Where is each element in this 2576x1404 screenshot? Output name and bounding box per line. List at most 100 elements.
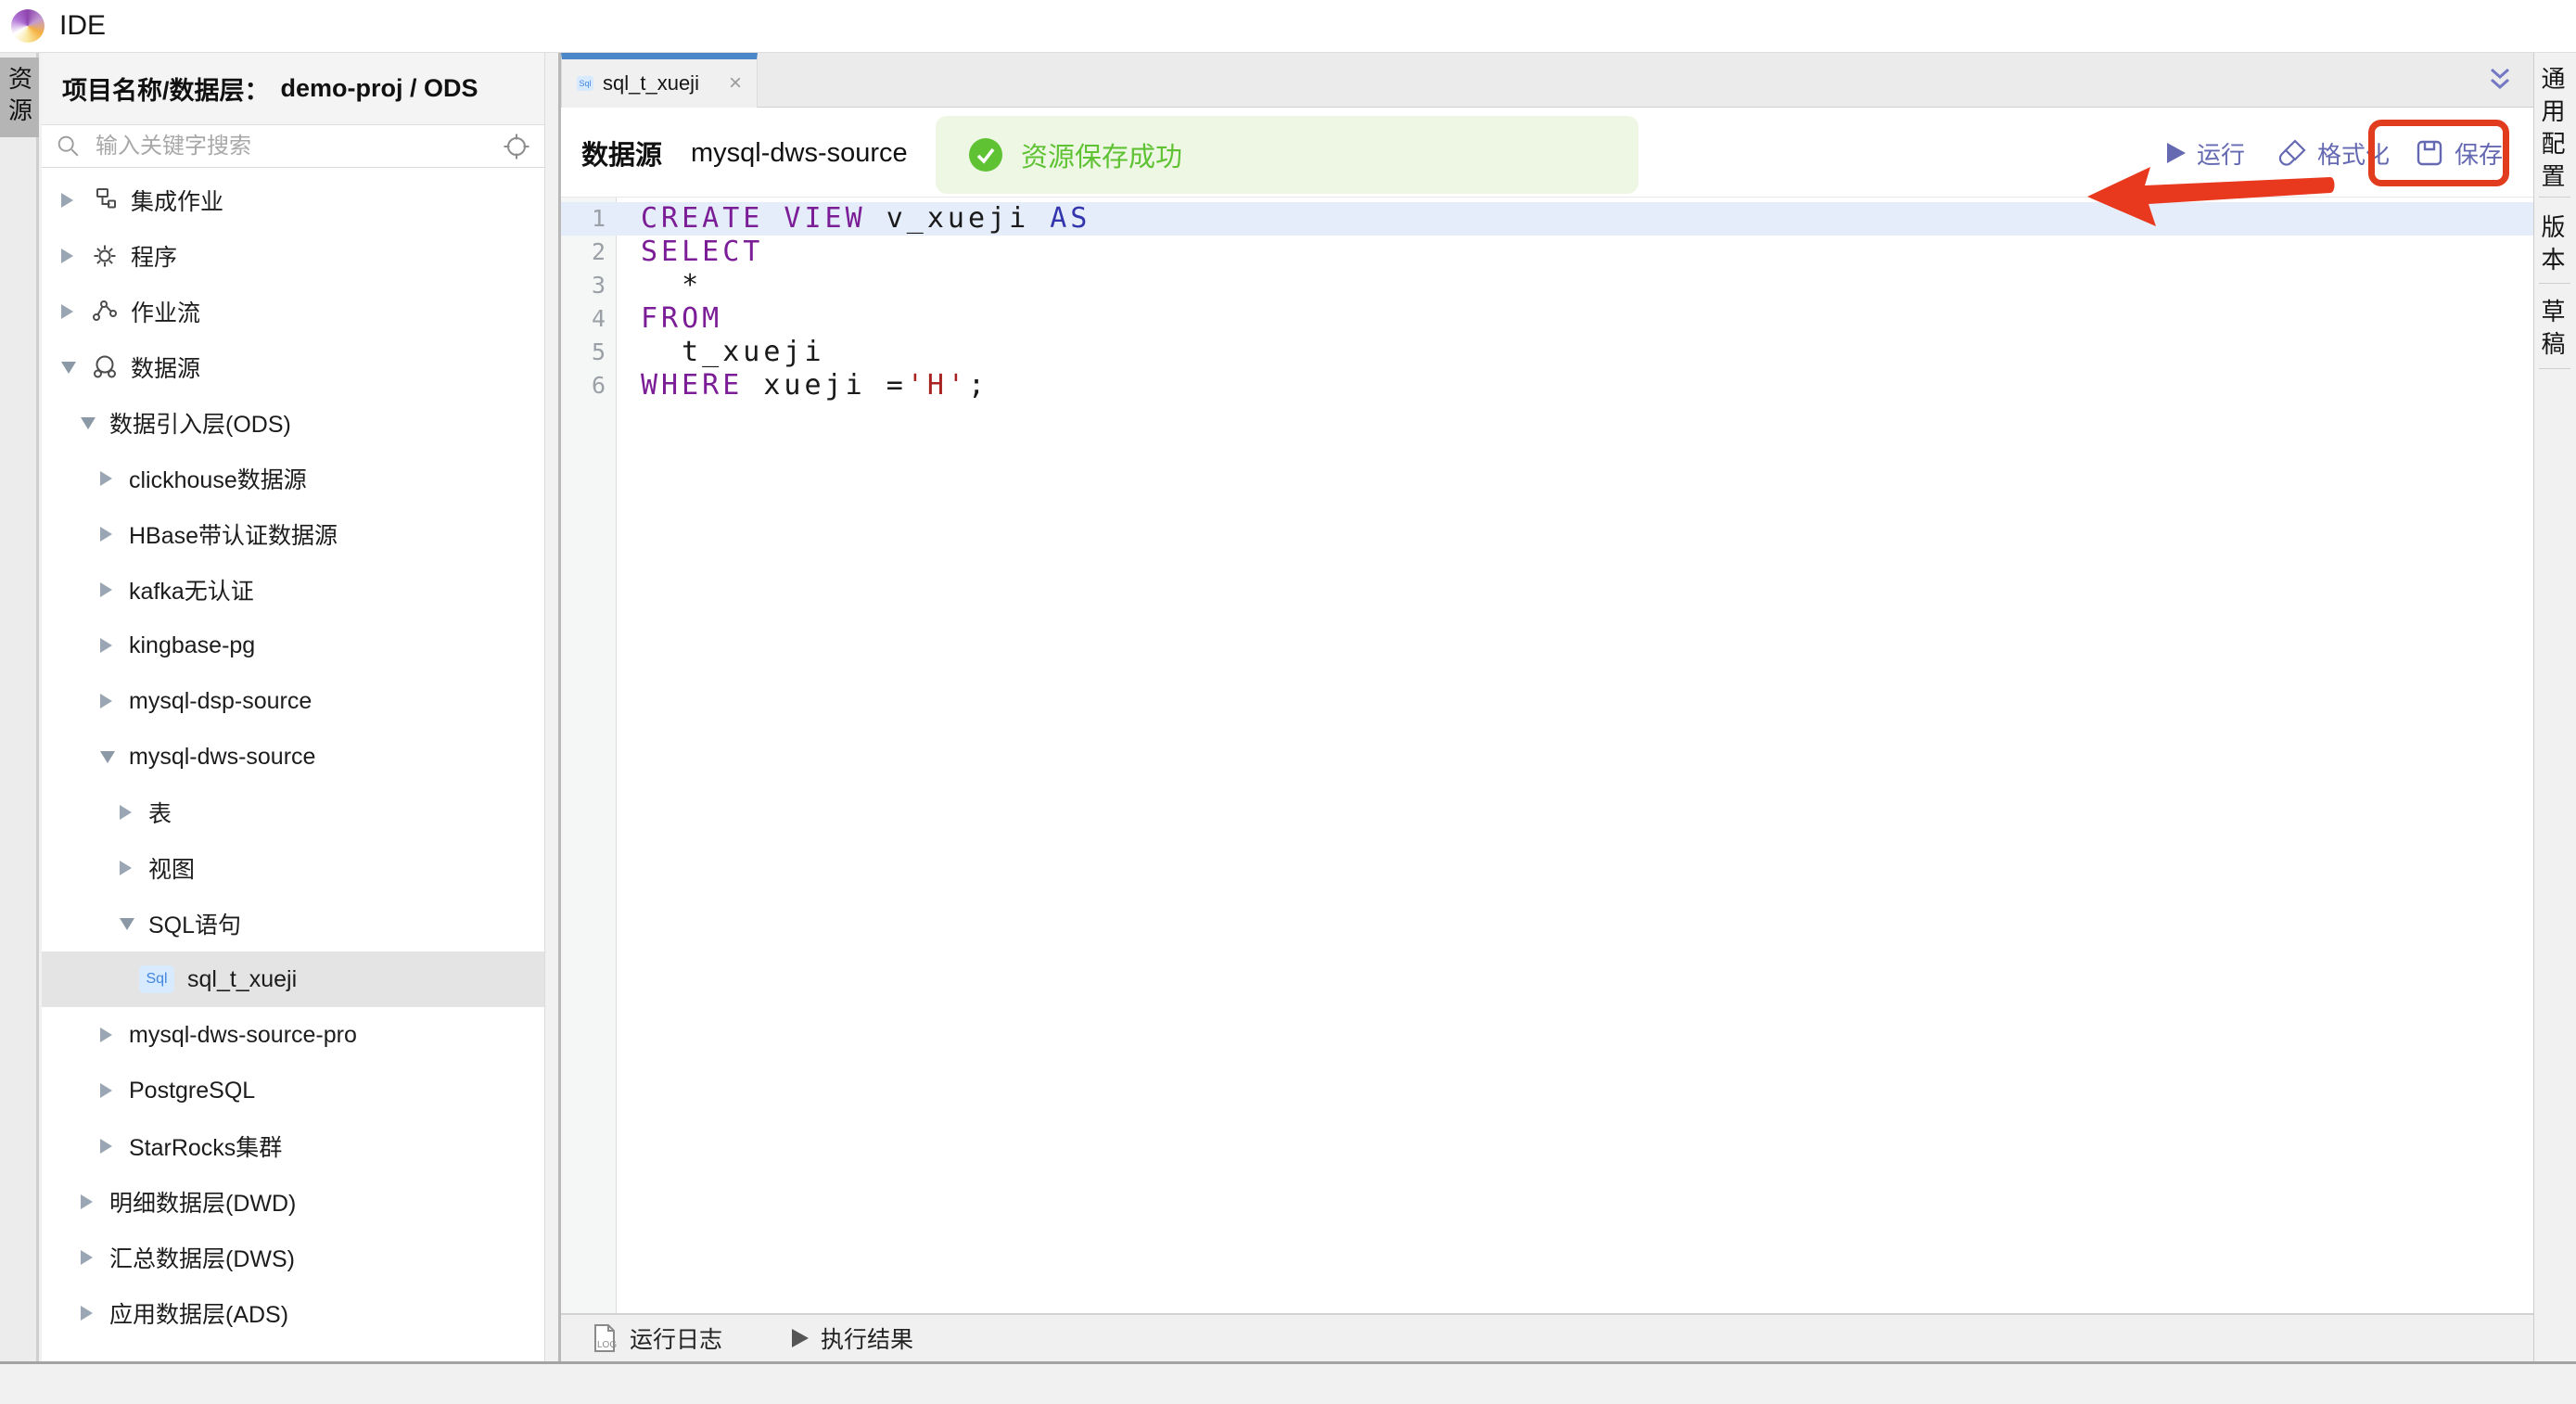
tree-item-label: kingbase-pg xyxy=(129,632,255,659)
tree-item-label: StarRocks集群 xyxy=(129,1130,282,1163)
tree-item-clickhouse数据源[interactable]: clickhouse数据源 xyxy=(42,451,544,506)
caret-down-icon[interactable] xyxy=(100,751,117,763)
tab-sql-t-xueji[interactable]: Sql sql_t_xueji × xyxy=(561,53,758,108)
caret-right-icon[interactable] xyxy=(61,249,78,263)
side-separator xyxy=(2539,197,2570,198)
caret-right-icon[interactable] xyxy=(100,471,117,486)
run-button[interactable]: 运行 xyxy=(2163,108,2245,198)
code-lines: 1CREATE VIEW v_xueji AS2SELECT3 *4FROM5 … xyxy=(561,202,2533,402)
caret-right-icon[interactable] xyxy=(100,1083,117,1098)
caret-right-icon[interactable] xyxy=(100,694,117,708)
caret-right-icon[interactable] xyxy=(100,1027,117,1042)
tree-item-label: 作业流 xyxy=(131,295,200,328)
tree-item-sql_t_xueji[interactable]: Sql sql_t_xueji xyxy=(42,951,544,1007)
caret-right-icon[interactable] xyxy=(100,638,117,653)
save-button[interactable]: 保存 xyxy=(2414,108,2503,198)
caret-right-icon[interactable] xyxy=(81,1250,97,1265)
save-label: 保存 xyxy=(2455,136,2503,171)
tree-item-label: PostgreSQL xyxy=(129,1078,255,1104)
success-check-icon xyxy=(969,138,1002,172)
tree-item-label: 明细数据层(DWD) xyxy=(109,1185,296,1219)
caret-right-icon[interactable] xyxy=(81,1306,97,1321)
tree-item-label: 表 xyxy=(148,796,172,829)
tree-item-HBase带认证数据源[interactable]: HBase带认证数据源 xyxy=(42,506,544,562)
caret-right-icon[interactable] xyxy=(120,861,136,875)
code-line-2[interactable]: 2SELECT xyxy=(561,236,2533,269)
caret-down-icon[interactable] xyxy=(120,918,136,930)
tree-item-汇总数据层(DWS)[interactable]: 汇总数据层(DWS) xyxy=(42,1230,544,1285)
tree-item-label: sql_t_xueji xyxy=(187,966,297,993)
caret-right-icon[interactable] xyxy=(100,1139,117,1154)
tree-item-数据源[interactable]: 数据源 xyxy=(42,339,544,395)
side-tab-draft[interactable]: 草稿 xyxy=(2535,299,2576,364)
play-icon xyxy=(2163,141,2187,165)
tab-close-icon[interactable]: × xyxy=(729,72,742,95)
tree-item-mysql-dws-source[interactable]: mysql-dws-source xyxy=(42,729,544,785)
tree-item-StarRocks集群[interactable]: StarRocks集群 xyxy=(42,1118,544,1174)
svg-text:LOG: LOG xyxy=(597,1340,617,1350)
tree-item-应用数据层(ADS)[interactable]: 应用数据层(ADS) xyxy=(42,1285,544,1341)
tree-item-作业流[interactable]: 作业流 xyxy=(42,284,544,339)
tree-item-集成作业[interactable]: 集成作业 xyxy=(42,172,544,228)
toast-text: 资源保存成功 xyxy=(1021,135,1182,174)
caret-down-icon[interactable] xyxy=(61,362,78,374)
format-button[interactable]: 格式化 xyxy=(2276,108,2390,198)
project-layer-label: 项目名称/数据层： xyxy=(62,70,270,107)
tree-item-PostgreSQL[interactable]: PostgreSQL xyxy=(42,1063,544,1118)
editor-area: Sql sql_t_xueji × 数据源 mysql-dws-source 资… xyxy=(558,53,2534,1361)
tree-item-mysql-dsp-source[interactable]: mysql-dsp-source xyxy=(42,673,544,729)
caret-right-icon[interactable] xyxy=(100,527,117,542)
tree-item-程序[interactable]: 程序 xyxy=(42,228,544,284)
app-logo-icon xyxy=(11,9,45,43)
code-line-5[interactable]: 5 t_xueji xyxy=(561,336,2533,369)
tree-item-明细数据层(DWD)[interactable]: 明细数据层(DWD) xyxy=(42,1174,544,1230)
sql-file-icon: Sql xyxy=(139,965,174,993)
caret-right-icon[interactable] xyxy=(120,805,136,820)
tree-item-kingbase-pg[interactable]: kingbase-pg xyxy=(42,618,544,673)
tree-item-label: 集成作业 xyxy=(131,184,223,217)
caret-right-icon[interactable] xyxy=(81,1194,97,1209)
locate-icon[interactable] xyxy=(502,132,531,161)
save-floppy-icon xyxy=(2414,137,2445,169)
activity-tab-resources[interactable]: 资源 xyxy=(0,57,39,137)
tree-item-label: 数据引入层(ODS) xyxy=(109,406,291,440)
tree-item-label: mysql-dws-source xyxy=(129,744,315,771)
tree-item-SQL语句[interactable]: SQL语句 xyxy=(42,896,544,951)
log-file-icon: LOG xyxy=(589,1322,620,1354)
code-line-1[interactable]: 1CREATE VIEW v_xueji AS xyxy=(561,202,2533,236)
code-line-4[interactable]: 4FROM xyxy=(561,302,2533,336)
collapse-double-chevron-icon[interactable] xyxy=(2483,63,2517,96)
tree-item-mysql-dws-source-pro[interactable]: mysql-dws-source-pro xyxy=(42,1007,544,1063)
caret-right-icon[interactable] xyxy=(61,193,78,208)
exec-result-label: 执行结果 xyxy=(821,1321,913,1355)
exec-result-tab[interactable]: 执行结果 xyxy=(787,1321,913,1355)
tab-strip: Sql sql_t_xueji × xyxy=(561,53,2533,108)
side-tab-general-config[interactable]: 通用配置 xyxy=(2535,66,2576,196)
search-input[interactable] xyxy=(94,133,502,160)
code-line-6[interactable]: 6WHERE xueji ='H'; xyxy=(561,369,2533,402)
run-log-tab[interactable]: LOG 运行日志 xyxy=(589,1321,722,1355)
tree-item-label: 数据源 xyxy=(131,351,200,384)
code-line-3[interactable]: 3 * xyxy=(561,269,2533,302)
code-text: t_xueji xyxy=(617,336,2533,369)
caret-down-icon[interactable] xyxy=(81,417,97,429)
datasource-label: 数据源 xyxy=(581,108,662,198)
side-tab-version[interactable]: 版本 xyxy=(2535,214,2576,279)
caret-right-icon[interactable] xyxy=(100,582,117,597)
tree-item-数据引入层(ODS)[interactable]: 数据引入层(ODS) xyxy=(42,395,544,451)
tree-item-表[interactable]: 表 xyxy=(42,785,544,840)
tree-item-label: 应用数据层(ADS) xyxy=(109,1296,288,1330)
line-number: 1 xyxy=(561,202,617,236)
line-number: 6 xyxy=(561,369,617,402)
format-label: 格式化 xyxy=(2317,136,2390,171)
tree-item-视图[interactable]: 视图 xyxy=(42,840,544,896)
tab-label: sql_t_xueji xyxy=(603,71,699,96)
datasource-value[interactable]: mysql-dws-source xyxy=(691,108,908,198)
caret-right-icon[interactable] xyxy=(61,304,78,319)
line-number: 3 xyxy=(561,269,617,302)
explorer-panel: 项目名称/数据层： demo-proj / ODS 集成作业程序作业流数据源数据… xyxy=(42,53,545,1361)
ide-window: IDE 资源 项目名称/数据层： demo-proj / ODS 集成作业程序作… xyxy=(0,0,2576,1404)
side-separator xyxy=(2539,283,2570,284)
tree-item-kafka无认证[interactable]: kafka无认证 xyxy=(42,562,544,618)
code-editor[interactable]: 1CREATE VIEW v_xueji AS2SELECT3 *4FROM5 … xyxy=(561,198,2533,1313)
